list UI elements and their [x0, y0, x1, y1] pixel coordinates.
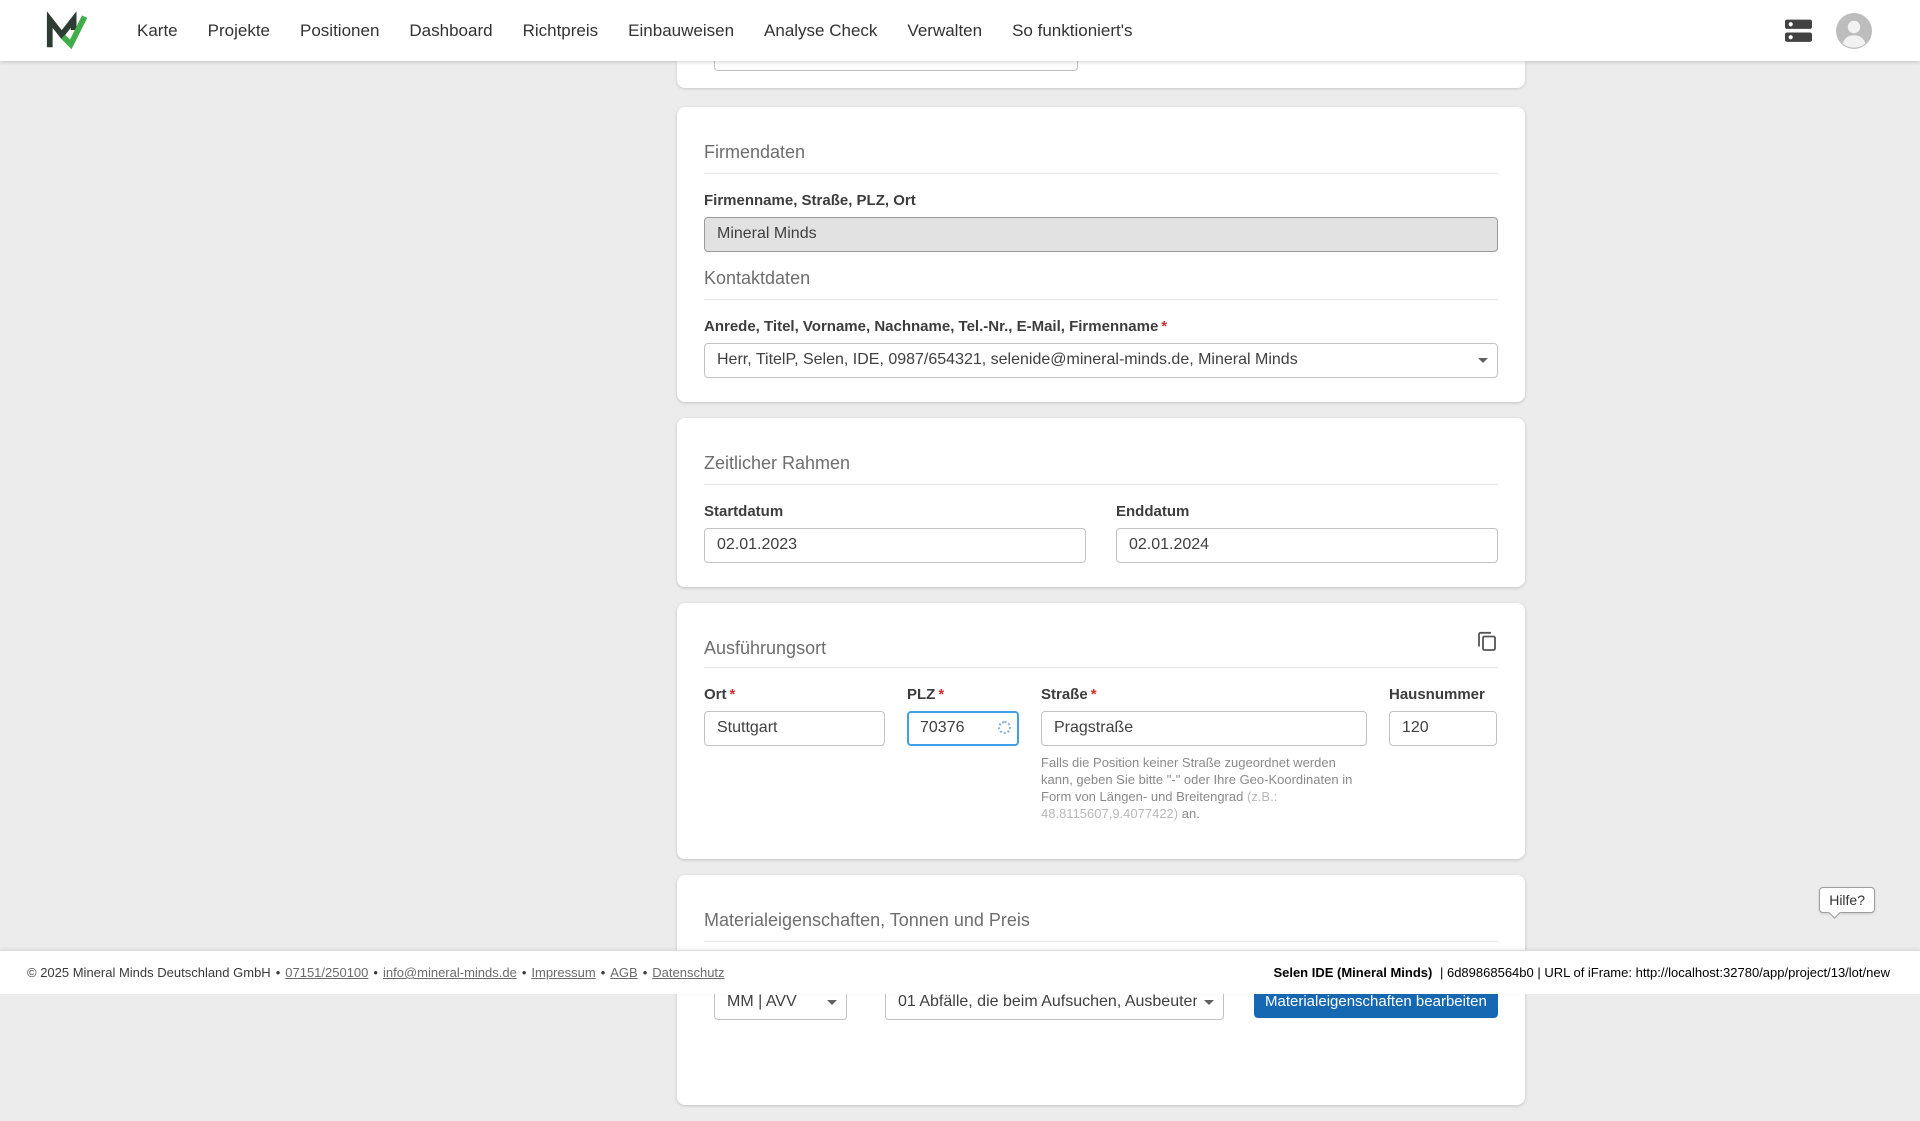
- footer-session-info: Selen IDE (Mineral Minds) | 6d89868564b0…: [1273, 965, 1890, 980]
- separator-dot: •: [601, 965, 606, 980]
- separator-dot: •: [643, 965, 648, 980]
- chevron-down-icon: [827, 1000, 837, 1005]
- zip-label-text: PLZ: [907, 686, 935, 703]
- nav-item-richtpreis[interactable]: Richtpreis: [523, 21, 599, 41]
- page-footer: © 2025 Mineral Minds Deutschland GmbH • …: [0, 950, 1920, 994]
- section-title-zeitlicher-rahmen: Zeitlicher Rahmen: [704, 453, 1498, 485]
- city-input[interactable]: [704, 711, 885, 746]
- company-name-field: [704, 217, 1498, 252]
- brand-logo-icon[interactable]: [45, 11, 87, 51]
- section-title-ausfuehrungsort: Ausführungsort: [704, 638, 826, 659]
- contact-select-value: Herr, TitelP, Selen, IDE, 0987/654321, s…: [717, 351, 1298, 369]
- nav-item-verwalten[interactable]: Verwalten: [907, 21, 982, 41]
- city-label: Ort*: [704, 686, 885, 703]
- zip-group: PLZ*: [907, 686, 1019, 835]
- copyright-text: © 2025 Mineral Minds Deutschland GmbH: [27, 965, 271, 980]
- company-field-label: Firmenname, Straße, PLZ, Ort: [704, 192, 1498, 209]
- session-user: Selen IDE (Mineral Minds): [1273, 965, 1432, 980]
- start-date-label: Startdatum: [704, 503, 1086, 520]
- chevron-down-icon: [1478, 358, 1488, 363]
- clipped-previous-card: [677, 61, 1525, 88]
- catalog-select-value: MM | AVV: [727, 993, 797, 1011]
- contact-select[interactable]: Herr, TitelP, Selen, IDE, 0987/654321, s…: [704, 343, 1498, 378]
- nav-item-einbauweisen[interactable]: Einbauweisen: [628, 21, 734, 41]
- footer-link-agb[interactable]: AGB: [610, 965, 637, 980]
- start-date-group: Startdatum: [704, 503, 1086, 563]
- street-label: Straße*: [1041, 686, 1367, 703]
- city-label-text: Ort: [704, 686, 727, 703]
- end-date-input[interactable]: [1116, 528, 1498, 563]
- nav-item-so-funktionierts[interactable]: So funktioniert's: [1012, 21, 1132, 41]
- chevron-down-icon: [1204, 1000, 1214, 1005]
- footer-legal: © 2025 Mineral Minds Deutschland GmbH • …: [27, 965, 725, 980]
- end-date-group: Enddatum: [1116, 503, 1498, 563]
- contact-field-label-text: Anrede, Titel, Vorname, Nachname, Tel.-N…: [704, 318, 1158, 335]
- footer-link-datenschutz[interactable]: Datenschutz: [652, 965, 724, 980]
- section-title-firmendaten: Firmendaten: [704, 142, 1498, 174]
- section-title-material: Materialeigenschaften, Tonnen und Preis: [704, 910, 1498, 942]
- house-number-group: Hausnummer: [1389, 686, 1497, 835]
- nav-item-positionen[interactable]: Positionen: [300, 21, 379, 41]
- separator-dot: •: [373, 965, 378, 980]
- end-date-label: Enddatum: [1116, 503, 1498, 520]
- footer-link-email[interactable]: info@mineral-minds.de: [383, 965, 517, 980]
- navbar-actions: [1785, 13, 1872, 49]
- required-marker: *: [938, 686, 944, 703]
- street-hint-suffix: an.: [1182, 806, 1200, 821]
- company-field-label-text: Firmenname, Straße, PLZ, Ort: [704, 192, 916, 209]
- nav-item-analyse-check[interactable]: Analyse Check: [764, 21, 877, 41]
- session-details: | 6d89868564b0 | URL of iFrame: http://l…: [1440, 965, 1890, 980]
- city-group: Ort*: [704, 686, 885, 835]
- company-data-card: Firmendaten Firmenname, Straße, PLZ, Ort…: [677, 107, 1525, 402]
- timeframe-card: Zeitlicher Rahmen Startdatum Enddatum: [677, 418, 1525, 587]
- copy-location-icon[interactable]: [1476, 630, 1498, 652]
- street-hint: Falls die Position keiner Straße zugeord…: [1041, 754, 1367, 822]
- material-select-value: 01 Abfälle, die beim Aufsuchen, Ausbeute…: [898, 993, 1197, 1011]
- server-storage-icon[interactable]: [1785, 19, 1812, 43]
- required-marker: *: [730, 686, 736, 703]
- footer-link-impressum[interactable]: Impressum: [531, 965, 595, 980]
- footer-link-phone[interactable]: 07151/250100: [285, 965, 368, 980]
- house-number-label: Hausnummer: [1389, 686, 1497, 703]
- zip-label: PLZ*: [907, 686, 1019, 703]
- contact-field-label: Anrede, Titel, Vorname, Nachname, Tel.-N…: [704, 318, 1498, 335]
- top-navbar: Karte Projekte Positionen Dashboard Rich…: [0, 0, 1920, 61]
- street-hint-text: Falls die Position keiner Straße zugeord…: [1041, 755, 1352, 804]
- start-date-input[interactable]: [704, 528, 1086, 563]
- street-group: Straße* Falls die Position keiner Straße…: [1041, 686, 1367, 835]
- house-number-input[interactable]: [1389, 711, 1497, 746]
- street-label-text: Straße: [1041, 686, 1088, 703]
- separator-dot: •: [276, 965, 281, 980]
- separator-dot: •: [522, 965, 527, 980]
- street-input[interactable]: [1041, 711, 1367, 746]
- nav-item-projekte[interactable]: Projekte: [208, 21, 270, 41]
- user-avatar[interactable]: [1836, 13, 1872, 49]
- section-title-kontaktdaten: Kontaktdaten: [704, 268, 1498, 300]
- required-marker: *: [1091, 686, 1097, 703]
- location-card: Ausführungsort Ort* PLZ*: [677, 603, 1525, 859]
- clipped-input[interactable]: [714, 61, 1078, 71]
- main-nav: Karte Projekte Positionen Dashboard Rich…: [137, 21, 1133, 41]
- required-marker: *: [1161, 318, 1167, 335]
- nav-item-karte[interactable]: Karte: [137, 21, 178, 41]
- help-button[interactable]: Hilfe?: [1819, 887, 1875, 913]
- nav-item-dashboard[interactable]: Dashboard: [409, 21, 492, 41]
